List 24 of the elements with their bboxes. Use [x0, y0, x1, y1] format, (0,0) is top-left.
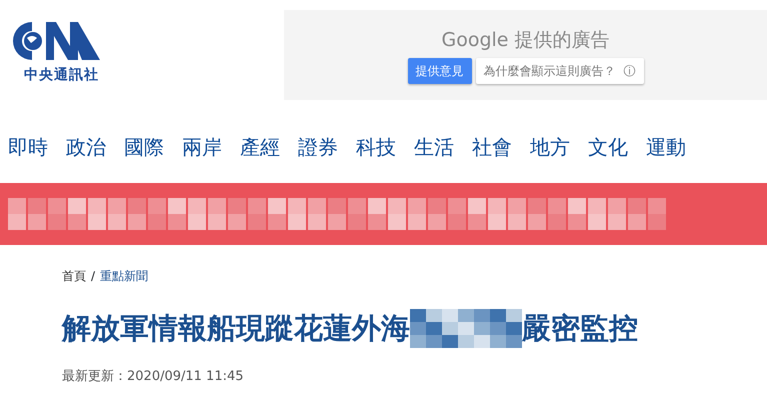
nav-link[interactable]: 社會: [472, 132, 512, 183]
logo-icon[interactable]: [12, 20, 102, 62]
nav-link[interactable]: 生活: [414, 132, 454, 183]
breadcrumb-separator: /: [91, 268, 96, 285]
headline: 嚴密監控: [522, 310, 638, 347]
nav-link[interactable]: 科技: [356, 132, 396, 183]
headline: 解放軍情報船現蹤花蓮外海: [62, 310, 410, 347]
ad-title: Google 提供的廣告: [441, 28, 610, 53]
feedback-button[interactable]: 提供意見: [408, 58, 472, 84]
nav-link[interactable]: 兩岸: [182, 132, 222, 183]
nav-link[interactable]: 國際: [124, 132, 164, 183]
logo-tagline: 中央通訊社: [24, 68, 99, 82]
nav-link[interactable]: 即時: [8, 132, 48, 183]
breadcrumb-link[interactable]: 首頁: [62, 267, 86, 285]
info-icon: ⓘ: [624, 62, 636, 80]
nav-link[interactable]: 產經: [240, 132, 280, 183]
nav-link[interactable]: 證券: [298, 132, 338, 183]
why-this-ad-button[interactable]: 為什麼會顯示這則廣告？ ⓘ: [476, 58, 644, 84]
breadcrumb-link[interactable]: 重點新聞: [100, 267, 148, 285]
nav-link[interactable]: 政治: [66, 132, 106, 183]
nav-link[interactable]: 運動: [646, 132, 686, 183]
updated-time: 最新更新：2020/09/11 11:45: [61, 368, 245, 386]
nav-link[interactable]: 地方: [530, 132, 570, 183]
nav-link[interactable]: 文化: [588, 132, 628, 183]
